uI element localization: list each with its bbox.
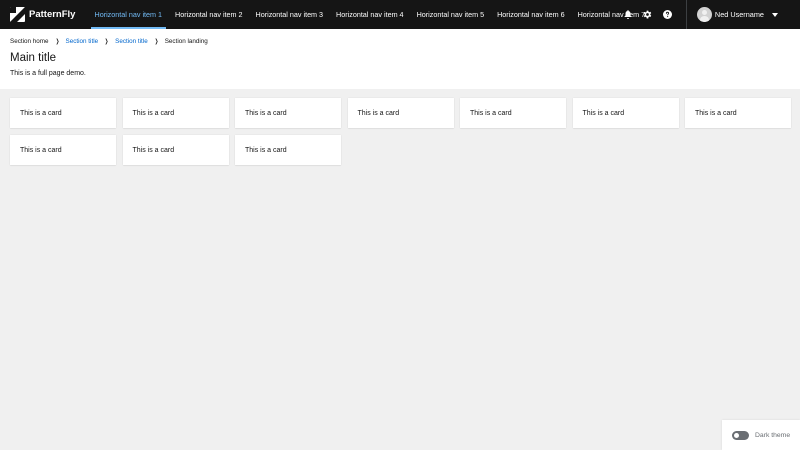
brand-name: PatternFly <box>29 9 76 20</box>
card-gallery: This is a card This is a card This is a … <box>10 98 791 165</box>
card: This is a card <box>10 98 116 128</box>
breadcrumb: Section home ❯ Section title ❯ Section t… <box>10 38 208 45</box>
masthead: PatternFly Horizontal nav item 1 Horizon… <box>0 0 800 29</box>
nav-item-4[interactable]: Horizontal nav item 4 <box>330 0 411 29</box>
dark-theme-switch[interactable]: Dark theme <box>722 420 800 450</box>
angle-right-icon: ❯ <box>104 39 109 45</box>
bell-icon <box>624 10 632 19</box>
angle-right-icon: ❯ <box>154 39 158 45</box>
gear-icon <box>644 10 652 19</box>
toggle-switch[interactable] <box>732 430 749 440</box>
card: This is a card <box>122 135 229 165</box>
masthead-tools: Ned Username <box>618 0 800 29</box>
angle-right-icon: ❯ <box>55 39 59 45</box>
user-name: Ned Username <box>714 10 764 19</box>
breadcrumb-item-current: Section landing <box>164 38 208 45</box>
patternfly-logo-icon <box>10 7 25 22</box>
nav-item-1[interactable]: Horizontal nav item 1 <box>88 0 169 29</box>
card: This is a card <box>685 98 791 128</box>
card: This is a card <box>235 98 341 128</box>
horizontal-nav: Horizontal nav item 1 Horizontal nav ite… <box>88 0 652 29</box>
question-circle-icon <box>663 10 673 19</box>
nav-item-3[interactable]: Horizontal nav item 3 <box>249 0 330 29</box>
breadcrumb-item-home: Section home <box>10 38 49 45</box>
card: This is a card <box>235 135 341 165</box>
card: This is a card <box>10 135 116 165</box>
nav-item-6[interactable]: Horizontal nav item 6 <box>491 0 572 29</box>
card: This is a card <box>122 98 229 128</box>
notifications-button[interactable] <box>618 0 638 29</box>
card: This is a card <box>572 98 679 128</box>
brand-logo-link[interactable]: PatternFly <box>0 0 88 29</box>
card: This is a card <box>347 98 454 128</box>
user-dropdown[interactable]: Ned Username <box>687 0 800 29</box>
avatar-icon <box>696 7 712 22</box>
help-button[interactable] <box>658 0 678 29</box>
nav-item-2[interactable]: Horizontal nav item 2 <box>169 0 250 29</box>
page-description: This is a full page demo. <box>10 70 86 77</box>
card: This is a card <box>460 98 566 128</box>
page-title: Main title <box>10 52 57 64</box>
nav-item-5[interactable]: Horizontal nav item 5 <box>410 0 491 29</box>
breadcrumb-item-section-title-2[interactable]: Section title <box>115 38 148 45</box>
dark-theme-label: Dark theme <box>755 431 791 439</box>
breadcrumb-item-section-title-1[interactable]: Section title <box>66 38 99 45</box>
caret-down-icon <box>772 12 778 17</box>
page-header: Section home ❯ Section title ❯ Section t… <box>0 29 800 89</box>
settings-button[interactable] <box>638 0 658 29</box>
